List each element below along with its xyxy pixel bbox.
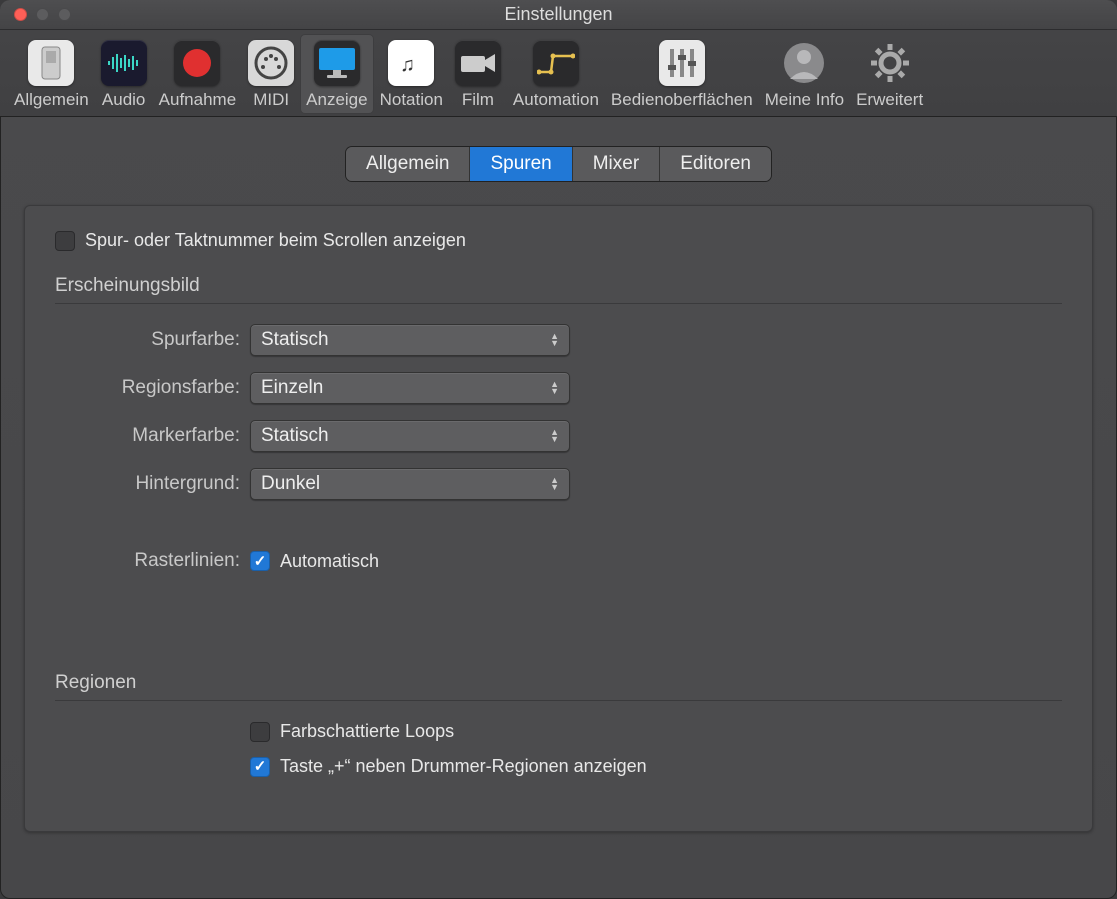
scroll-number-row: Spur- oder Taktnummer beim Scrollen anze… xyxy=(55,230,1062,251)
note-icon: ♫ xyxy=(388,40,434,86)
window-title: Einstellungen xyxy=(504,4,612,25)
toolbar-label: Allgemein xyxy=(14,90,89,110)
maximize-button[interactable] xyxy=(58,8,71,21)
gridlines-row: Rasterlinien: Automatisch xyxy=(55,550,1062,572)
toolbar-label: Anzeige xyxy=(306,90,367,110)
shaded_loops-label: Farbschattierte Loops xyxy=(280,721,454,742)
avatar-icon xyxy=(781,40,827,86)
divider xyxy=(55,303,1062,304)
gridlines-value-label: Automatisch xyxy=(280,551,379,572)
appearance-header: Erscheinungsbild xyxy=(55,275,1062,297)
window-controls xyxy=(0,8,71,21)
region-checks: Farbschattierte Loops Taste „+“ neben Dru… xyxy=(250,721,1062,777)
scroll-number-label: Spur- oder Taktnummer beim Scrollen anze… xyxy=(85,230,466,251)
toolbar-item-midi[interactable]: MIDI xyxy=(242,34,300,114)
titlebar: Einstellungen xyxy=(0,0,1117,30)
gridlines-label: Rasterlinien: xyxy=(55,550,250,572)
background-row: Hintergrund: Dunkel ▲▼ xyxy=(55,468,1062,500)
shaded_loops-checkbox[interactable] xyxy=(250,722,270,742)
toolbar-item-advanced[interactable]: Erweitert xyxy=(850,34,929,114)
curve-icon xyxy=(533,40,579,86)
toolbar-item-record[interactable]: Aufnahme xyxy=(153,34,243,114)
tab-editors[interactable]: Editoren xyxy=(660,147,771,181)
toolbar-label: MIDI xyxy=(253,90,289,110)
plus_drummer-row: Taste „+“ neben Drummer-Regionen anzeige… xyxy=(250,756,1062,777)
tab-tracks[interactable]: Spuren xyxy=(470,147,572,181)
shaded_loops-row: Farbschattierte Loops xyxy=(250,721,1062,742)
regions-header: Regionen xyxy=(55,672,1062,694)
wave-icon xyxy=(101,40,147,86)
chevron-updown-icon: ▲▼ xyxy=(550,381,559,395)
marker-color-value: Statisch xyxy=(261,425,329,447)
toolbar-label: Notation xyxy=(380,90,443,110)
toolbar-item-general[interactable]: Allgemein xyxy=(8,34,95,114)
toolbar-label: Audio xyxy=(102,90,145,110)
camera-icon xyxy=(455,40,501,86)
toolbar-item-display[interactable]: Anzeige xyxy=(300,34,373,114)
tab-bar: AllgemeinSpurenMixerEditoren xyxy=(24,147,1093,181)
marker-color-row: Markerfarbe: Statisch ▲▼ xyxy=(55,420,1062,452)
settings-panel: Spur- oder Taktnummer beim Scrollen anze… xyxy=(24,205,1093,832)
marker-color-label: Markerfarbe: xyxy=(55,425,250,447)
toolbar-item-notation[interactable]: ♫ Notation xyxy=(374,34,449,114)
gridlines-checkbox[interactable] xyxy=(250,551,270,571)
marker-color-select[interactable]: Statisch ▲▼ xyxy=(250,420,570,452)
background-value: Dunkel xyxy=(261,473,320,495)
preferences-window: Einstellungen Allgemein Audio Aufnahme MIDI… xyxy=(0,0,1117,899)
chevron-updown-icon: ▲▼ xyxy=(550,333,559,347)
toolbar-label: Aufnahme xyxy=(159,90,237,110)
tab-mixer[interactable]: Mixer xyxy=(573,147,660,181)
background-select[interactable]: Dunkel ▲▼ xyxy=(250,468,570,500)
track-color-select[interactable]: Statisch ▲▼ xyxy=(250,324,570,356)
toolbar-item-myinfo[interactable]: Meine Info xyxy=(759,34,850,114)
monitor-icon xyxy=(314,40,360,86)
sliders-icon xyxy=(659,40,705,86)
switch-icon xyxy=(28,40,74,86)
divider xyxy=(55,700,1062,701)
toolbar-label: Automation xyxy=(513,90,599,110)
chevron-updown-icon: ▲▼ xyxy=(550,429,559,443)
close-button[interactable] xyxy=(14,8,27,21)
toolbar-item-film[interactable]: Film xyxy=(449,34,507,114)
content-area: AllgemeinSpurenMixerEditoren Spur- oder … xyxy=(0,117,1117,856)
rec-icon xyxy=(174,40,220,86)
toolbar-label: Film xyxy=(462,90,494,110)
din-icon xyxy=(248,40,294,86)
region-color-row: Regionsfarbe: Einzeln ▲▼ xyxy=(55,372,1062,404)
chevron-updown-icon: ▲▼ xyxy=(550,477,559,491)
region-color-label: Regionsfarbe: xyxy=(55,377,250,399)
plus_drummer-checkbox[interactable] xyxy=(250,757,270,777)
toolbar: Allgemein Audio Aufnahme MIDI Anzeige ♫ Notati… xyxy=(0,30,1117,117)
track-color-label: Spurfarbe: xyxy=(55,329,250,351)
toolbar-item-automation[interactable]: Automation xyxy=(507,34,605,114)
plus_drummer-label: Taste „+“ neben Drummer-Regionen anzeige… xyxy=(280,756,647,777)
scroll-number-checkbox[interactable] xyxy=(55,231,75,251)
toolbar-label: Meine Info xyxy=(765,90,844,110)
toolbar-item-surfaces[interactable]: Bedienoberflächen xyxy=(605,34,759,114)
background-label: Hintergrund: xyxy=(55,473,250,495)
track-color-row: Spurfarbe: Statisch ▲▼ xyxy=(55,324,1062,356)
gridlines-check-row: Automatisch xyxy=(250,551,379,572)
toolbar-label: Bedienoberflächen xyxy=(611,90,753,110)
toolbar-item-audio[interactable]: Audio xyxy=(95,34,153,114)
minimize-button[interactable] xyxy=(36,8,49,21)
track-color-value: Statisch xyxy=(261,329,329,351)
region-color-value: Einzeln xyxy=(261,377,323,399)
region-color-select[interactable]: Einzeln ▲▼ xyxy=(250,372,570,404)
toolbar-label: Erweitert xyxy=(856,90,923,110)
tab-general[interactable]: Allgemein xyxy=(346,147,470,181)
svg-text:♫: ♫ xyxy=(400,54,415,76)
gear-icon xyxy=(867,40,913,86)
